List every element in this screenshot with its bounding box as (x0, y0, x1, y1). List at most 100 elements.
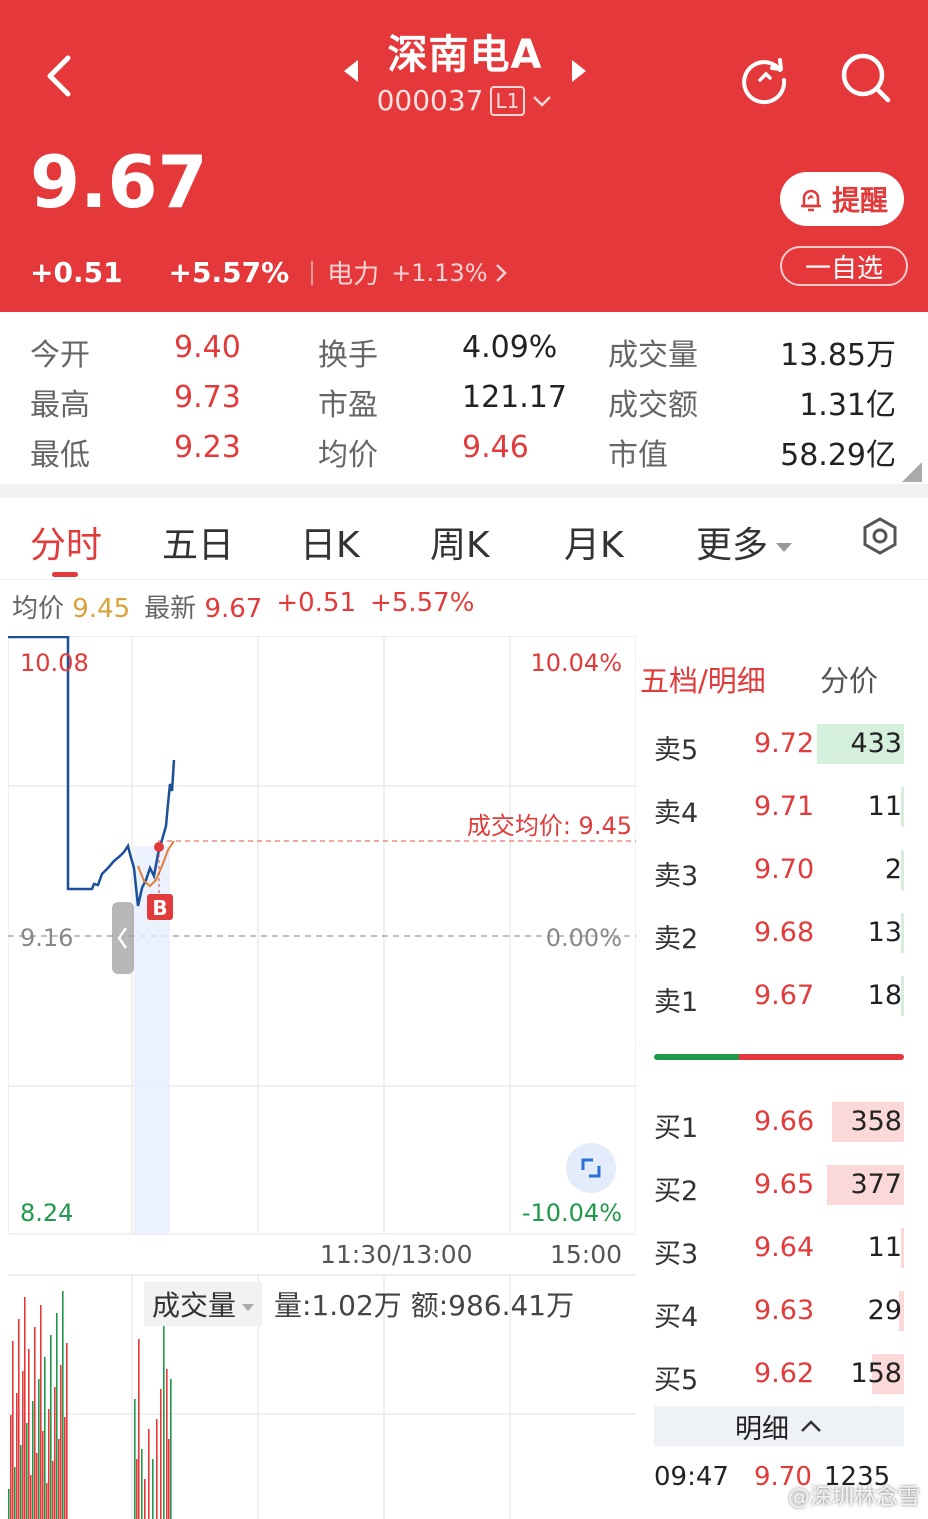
buy-ratio-segment (739, 1054, 904, 1060)
ask-row[interactable]: 卖2 9.68 13 (654, 913, 904, 955)
tab-order-book[interactable]: 五档/明细 (640, 658, 766, 700)
volume-bar (168, 1439, 170, 1519)
volume-bar (20, 1445, 22, 1519)
volume-indicator-select[interactable]: 成交量 (144, 1282, 263, 1326)
volume-bar (22, 1371, 24, 1519)
sector-change[interactable]: +1.13% (391, 259, 487, 287)
change-row: +0.51 +5.57% 电力 +1.13% (30, 254, 508, 291)
volume-bar (32, 1401, 34, 1519)
chevron-right-icon[interactable] (494, 262, 508, 284)
expand-stats-icon[interactable] (902, 462, 922, 482)
volume-bar (40, 1305, 42, 1519)
section-divider (0, 484, 928, 498)
intraday-price-chart[interactable]: B 10.08 9.16 8.24 10.04% 0.00% -10.04% 成… (8, 636, 636, 1236)
volume-bar (62, 1291, 64, 1519)
sector-name[interactable]: 电力 (327, 254, 379, 291)
high-value: 9.73 (174, 380, 241, 415)
high-label: 最高 (30, 388, 90, 423)
fullscreen-icon[interactable] (566, 1143, 616, 1193)
search-icon[interactable] (838, 50, 894, 106)
sell-ratio-segment (654, 1054, 739, 1060)
volume-value: 13.85万 (780, 338, 896, 373)
volume-bar (18, 1319, 20, 1519)
tab-price-distribution[interactable]: 分价 (820, 658, 878, 700)
stock-title-block[interactable]: 深南电A 000037 L1 (330, 22, 600, 117)
bid-price: 9.66 (754, 1106, 815, 1137)
volume-bar (141, 1449, 143, 1519)
ask-row[interactable]: 卖3 9.70 2 (654, 850, 904, 892)
avg-info-label: 均价 (12, 594, 65, 624)
volume-bar (58, 1439, 60, 1519)
price-change-pct: +5.57% (168, 256, 290, 289)
bid-price: 9.62 (754, 1358, 815, 1389)
bid-level-label: 买3 (654, 1239, 699, 1270)
ask-volume: 433 (850, 728, 902, 759)
ask-price: 9.68 (754, 917, 815, 948)
settings-hexagon-icon[interactable] (860, 516, 900, 556)
volume-bar (50, 1335, 52, 1519)
bid-volume: 29 (867, 1295, 902, 1326)
stock-code-row[interactable]: 000037 L1 (330, 84, 600, 117)
open-label: 今开 (30, 338, 90, 373)
amount-value: 1.31亿 (799, 388, 896, 423)
add-watchlist-button[interactable]: 一自选 (780, 246, 908, 286)
pe-value: 121.17 (462, 380, 567, 415)
bid-row[interactable]: 买5 9.62 158 (654, 1354, 904, 1396)
bid-row[interactable]: 买1 9.66 358 (654, 1102, 904, 1144)
volume-bar (134, 1399, 136, 1519)
tab-five-day[interactable]: 五日 (162, 516, 234, 568)
trade-detail-toggle[interactable]: 明细 (654, 1406, 904, 1446)
ask-level-label: 卖1 (654, 987, 699, 1018)
bid-row[interactable]: 买2 9.65 377 (654, 1165, 904, 1207)
bid-volume: 358 (850, 1106, 902, 1137)
tab-daily-k[interactable]: 日K (300, 516, 360, 568)
remind-button[interactable]: 提醒 (780, 172, 904, 226)
latest-info-value: 9.67 (204, 594, 263, 624)
collapse-panel-handle[interactable] (112, 902, 134, 974)
turnover-value: 4.09% (462, 330, 558, 365)
volume-bar (156, 1419, 158, 1519)
bid-volume: 11 (867, 1232, 902, 1263)
volume-bar (136, 1459, 138, 1519)
ask-row[interactable]: 卖4 9.71 11 (654, 787, 904, 829)
volume-bar (64, 1417, 66, 1519)
chevron-up-icon (801, 1420, 821, 1432)
watermark: @深圳林念雪 (787, 1485, 920, 1510)
volume-bar (8, 1489, 10, 1519)
ask-price: 9.71 (754, 791, 815, 822)
time-axis: 11:30/13:00 15:00 (0, 1240, 636, 1270)
avg-value: 9.46 (462, 430, 529, 465)
bid-row[interactable]: 买4 9.63 29 (654, 1291, 904, 1333)
ask-level-label: 卖3 (654, 861, 699, 892)
bid-price: 9.64 (754, 1232, 815, 1263)
ask-row[interactable]: 卖1 9.67 18 (654, 976, 904, 1018)
intraday-info-row: 均价 9.45 最新 9.67 +0.51 +5.57% (12, 588, 474, 625)
volume-bar (160, 1389, 162, 1519)
y-mid-label: 9.16 (20, 924, 73, 952)
prev-stock-icon[interactable] (344, 60, 358, 82)
next-stock-icon[interactable] (572, 60, 586, 82)
tab-more[interactable]: 更多 (696, 516, 793, 568)
back-arrow-icon[interactable] (38, 48, 84, 104)
price-change: +0.51 (30, 256, 123, 289)
volume-bar (60, 1365, 62, 1519)
chevron-down-icon[interactable] (531, 94, 553, 108)
refresh-icon[interactable] (736, 50, 792, 106)
volume-bar (34, 1327, 36, 1519)
stock-header: 深南电A 000037 L1 9.67 +0.51 +5.57% 电力 +1.1… (0, 0, 928, 312)
tab-intraday[interactable]: 分时 (30, 516, 102, 568)
bid-row[interactable]: 买3 9.64 11 (654, 1228, 904, 1270)
level-badge: L1 (489, 85, 526, 116)
pe-label: 市盈 (318, 388, 378, 423)
volume-bar (44, 1357, 46, 1519)
pct-top-label: 10.04% (530, 649, 622, 677)
tab-monthly-k[interactable]: 月K (564, 516, 624, 568)
ask-volume: 2 (884, 854, 902, 885)
info-change: +0.51 (276, 588, 357, 618)
ask-volume: 18 (867, 980, 902, 1011)
mcap-label: 市值 (608, 438, 668, 473)
volume-bar (66, 1343, 68, 1519)
ask-row[interactable]: 卖5 9.72 433 (654, 724, 904, 766)
tab-weekly-k[interactable]: 周K (430, 516, 490, 568)
low-label: 最低 (30, 438, 90, 473)
